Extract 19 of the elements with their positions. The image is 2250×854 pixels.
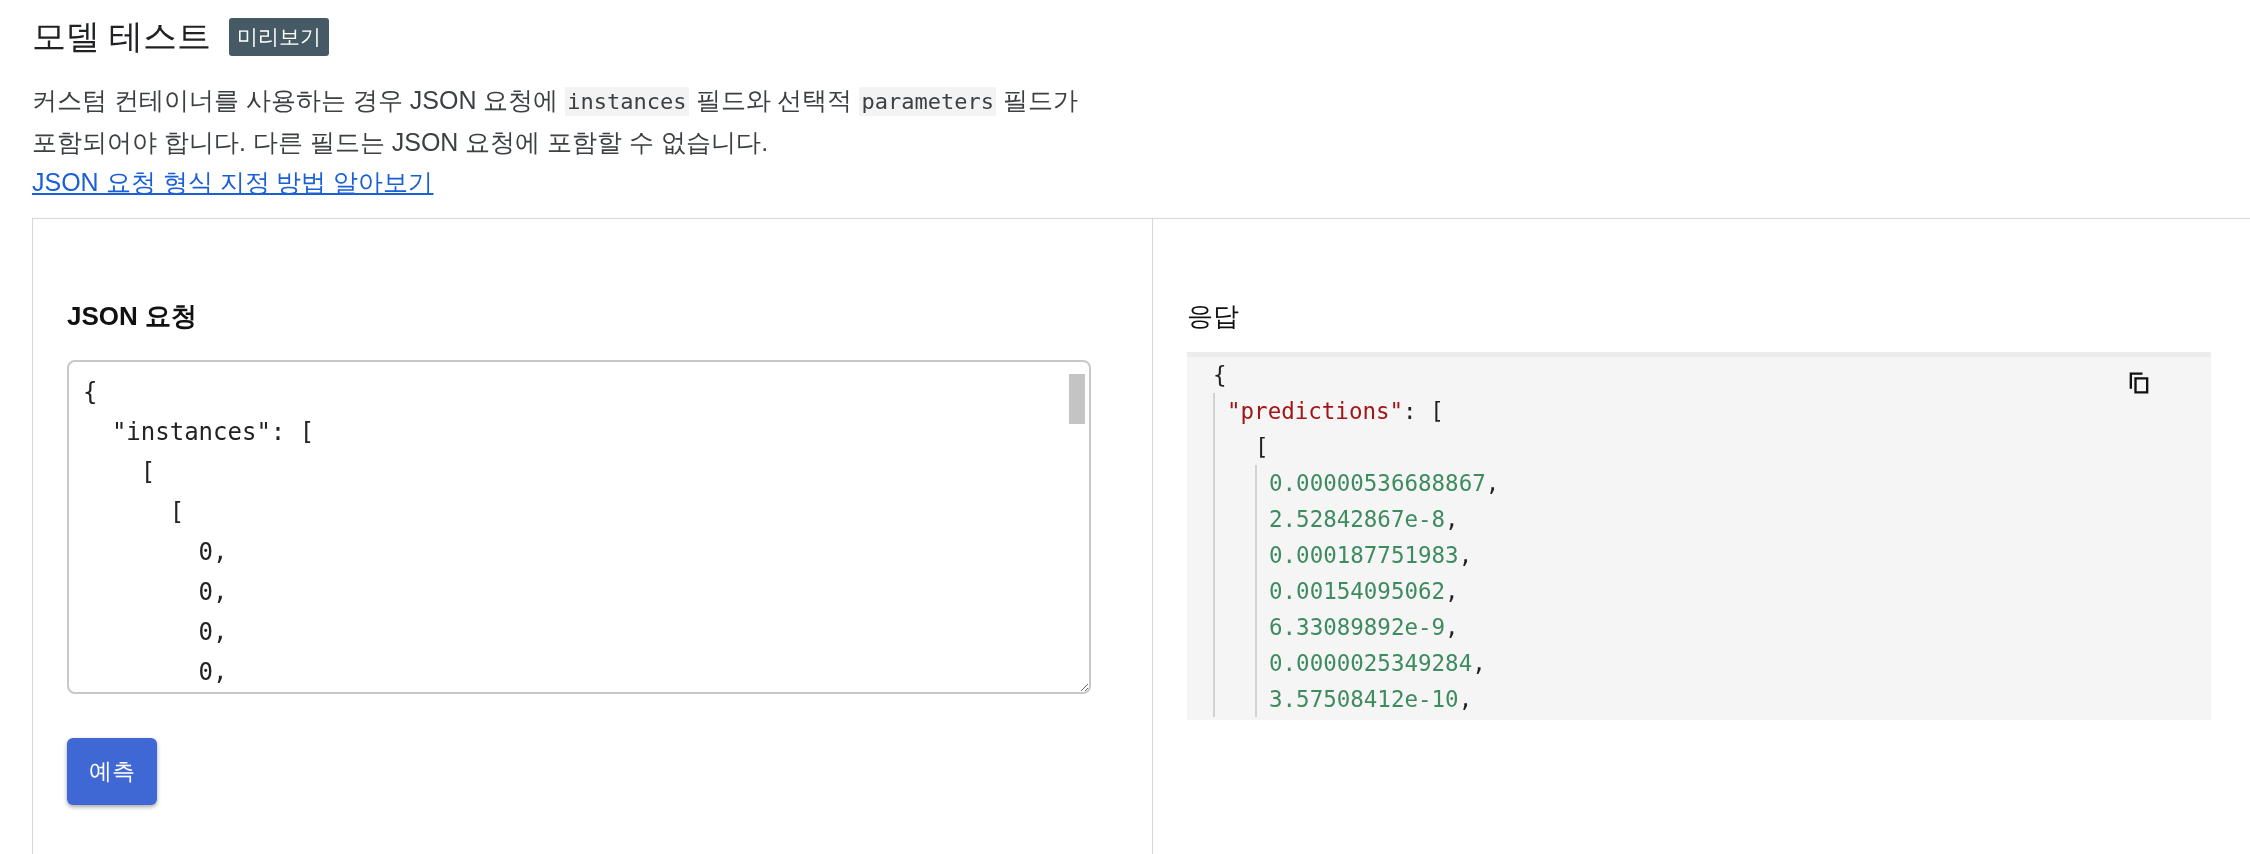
page-title: 모델 테스트 <box>32 16 212 57</box>
request-heading: JSON 요청 <box>67 300 199 333</box>
code-line: 0.000187751983, <box>1269 541 1473 570</box>
description-text: 커스텀 컨테이너를 사용하는 경우 JSON 요청에 instances 필드와 선택적 parameters 필드가 포함되어야 합니다. 다른 필드는 JSON 요청에 포함할 수 없습니다. JSON 요청 형식 지정 방법 알아보기 <box>32 85 1079 198</box>
code-line: 6.33089892e-9, <box>1269 613 1459 642</box>
code-line: 0.0000025349284, <box>1269 649 1486 678</box>
preview-badge: 미리보기 <box>229 18 330 56</box>
predict-button[interactable]: 예측 <box>67 738 157 805</box>
learn-more-link[interactable]: JSON 요청 형식 지정 방법 알아보기 <box>32 168 434 196</box>
scrollbar-thumb[interactable] <box>1069 374 1085 424</box>
response-heading: 응답 <box>1187 300 1240 333</box>
json-request-field[interactable]: { "instances": [ [ [ 0, 0, 0, 0, <box>67 360 1091 694</box>
code-line: 0.00154095062, <box>1269 577 1459 606</box>
code-line: 2.52842867e-8, <box>1269 505 1459 534</box>
code-line: "predictions": [ <box>1227 397 1444 426</box>
code-line: [ <box>1255 433 1269 462</box>
code-line: 0.00000536688867, <box>1269 469 1500 498</box>
code-line: 3.57508412e-10, <box>1269 685 1473 714</box>
code-line: { <box>1213 361 1227 390</box>
